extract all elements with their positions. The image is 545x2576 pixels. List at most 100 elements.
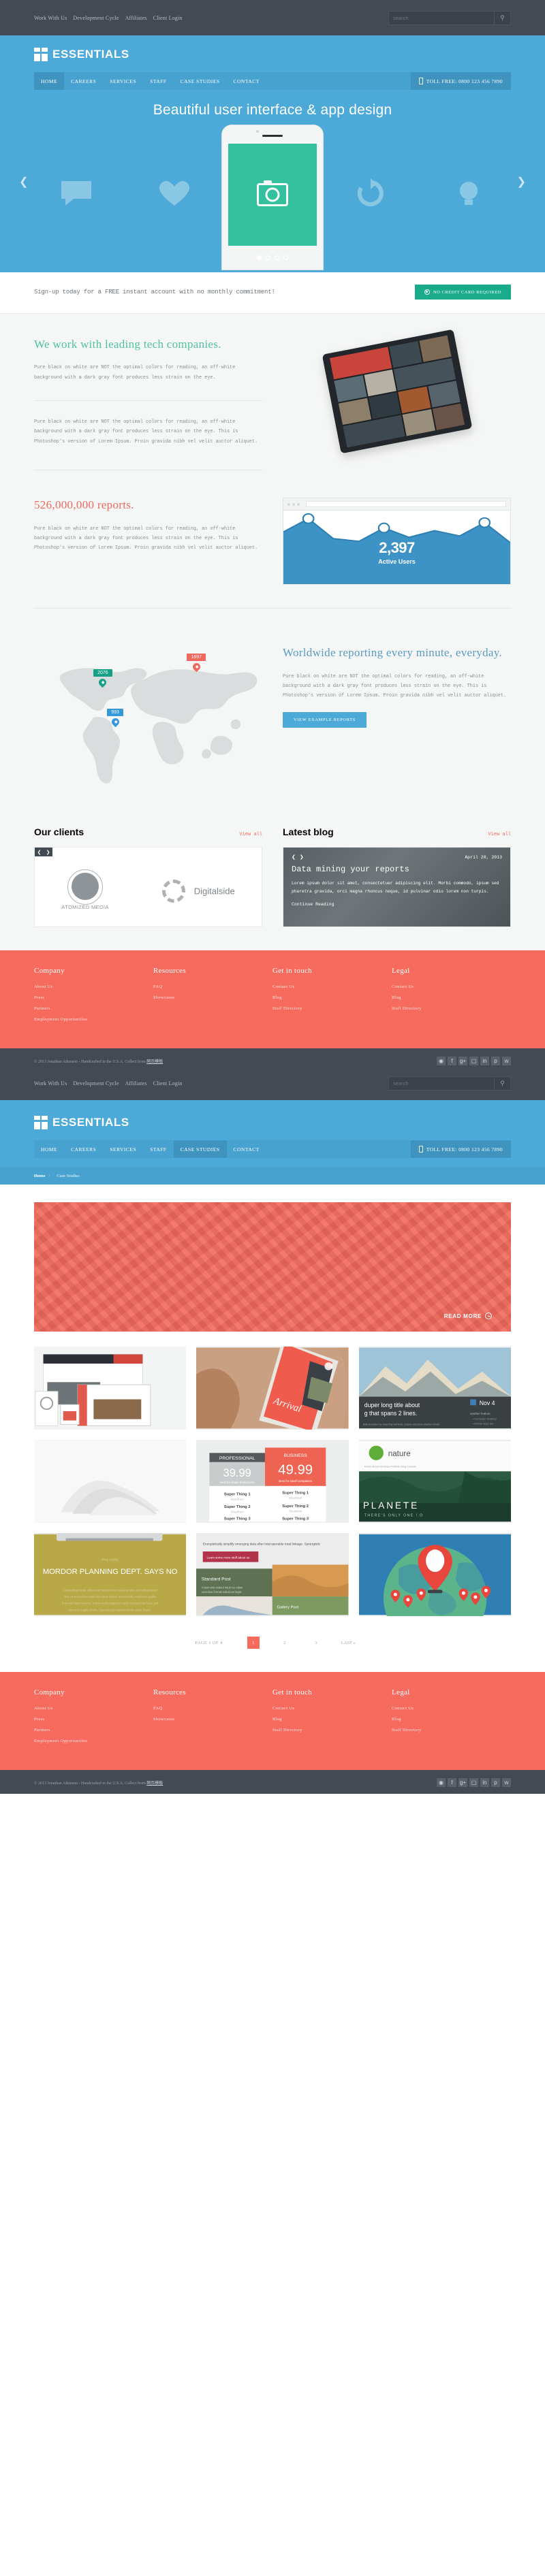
copyright-link[interactable]: 网页模板 — [146, 1060, 163, 1064]
utility-search[interactable]: ⚲ — [388, 10, 511, 25]
footer-search-icon[interactable]: ⚲ — [495, 1076, 511, 1091]
footer-search-input[interactable] — [388, 1076, 495, 1091]
hero-dot-1[interactable] — [257, 255, 262, 260]
hero-dot-2[interactable] — [266, 255, 270, 260]
facebook-icon[interactable]: f — [448, 1057, 456, 1066]
blog-view-all-link[interactable]: View all — [488, 832, 511, 837]
nav2-item-services[interactable]: SERVICES — [103, 1140, 143, 1158]
read-more-button[interactable]: READ MORE — [444, 1313, 492, 1320]
footer-utility-link-development-cycle[interactable]: Development Cycle — [73, 1080, 119, 1086]
tile-mordor-planning-article[interactable]: Blog Article MORDOR PLANNING DEPT. SAYS … — [34, 1533, 187, 1617]
nav2-item-case-studies[interactable]: CASE STUDIES — [173, 1140, 227, 1159]
footer-link-partners[interactable]: Partners — [34, 1006, 153, 1011]
nav2-item-staff[interactable]: STAFF — [143, 1140, 173, 1158]
footer2-link-staff-directory[interactable]: Staff Directory — [272, 1728, 392, 1733]
tile-responsive-devices-mockup[interactable] — [34, 1347, 187, 1430]
footer-link-employment[interactable]: Employment Opportunities — [34, 1017, 153, 1022]
blog-continue-reading-link[interactable]: Continue Reading — [292, 902, 334, 907]
utility-link-work-with-us[interactable]: Work With Us — [34, 15, 67, 21]
clients-next-icon[interactable]: ❯ — [44, 848, 52, 857]
tile-mountain-blog-layout[interactable]: duper long title about g that spans 2 li… — [358, 1347, 511, 1430]
no-credit-card-button[interactable]: NO CREDIT CARD REQUIRED — [414, 285, 511, 300]
tile-white-abstract-shapes[interactable] — [34, 1440, 187, 1524]
utility-link-development-cycle[interactable]: Development Cycle — [73, 15, 119, 21]
clients-view-all-link[interactable]: View all — [239, 832, 262, 837]
tile-pricing-tables[interactable]: PROFESSIONAL 39.99 Best for single freel… — [196, 1440, 349, 1524]
hero-next-arrow[interactable]: ❯ — [517, 175, 526, 189]
footer-search[interactable]: ⚲ — [388, 1076, 511, 1091]
footer2-legal-link-staff-directory[interactable]: Staff Directory — [392, 1728, 511, 1733]
footer-legal-link-contact-us[interactable]: Contact Us — [392, 984, 511, 989]
hero-prev-arrow[interactable]: ❮ — [19, 175, 28, 189]
blog-card[interactable]: ❮ ❯ April 20, 2013 Data mining your repo… — [283, 847, 511, 928]
copyright-link-2[interactable]: 网页模板 — [146, 1782, 163, 1786]
tile-arrival-mobile-app[interactable]: Arrival — [196, 1347, 349, 1430]
footer-utility-link-client-login[interactable]: Client Login — [153, 1080, 183, 1086]
pinterest-icon[interactable]: p — [491, 1778, 500, 1788]
footer2-legal-link-blog[interactable]: Blog — [392, 1717, 511, 1722]
nav2-item-careers[interactable]: CAREERS — [64, 1140, 103, 1158]
footer-link-faq[interactable]: FAQ — [153, 984, 272, 989]
google-plus-icon[interactable]: g+ — [458, 1778, 467, 1788]
blog-prev-icon[interactable]: ❮ — [292, 854, 296, 860]
pagination-page-2[interactable]: 2 — [279, 1637, 291, 1649]
footer2-legal-link-contact-us[interactable]: Contact Us — [392, 1706, 511, 1711]
client-logo-digitalside[interactable]: Digitalside — [162, 880, 235, 903]
case-study-hero[interactable]: READ MORE — [34, 1202, 511, 1332]
pinterest-icon[interactable]: p — [491, 1057, 500, 1066]
nav2-item-home[interactable]: HOME — [34, 1140, 64, 1158]
clients-prev-icon[interactable]: ❮ — [35, 848, 44, 857]
tile-blog-post-grid-layout[interactable]: Energistically simplify emerging data af… — [196, 1533, 349, 1617]
nav2-item-contact[interactable]: CONTACT — [227, 1140, 266, 1158]
pagination-last[interactable]: LAST » — [341, 1637, 356, 1649]
tile-world-map-pin-illustration[interactable] — [358, 1533, 511, 1617]
footer2-link-partners[interactable]: Partners — [34, 1728, 153, 1733]
dribbble-icon[interactable]: ◉ — [437, 1778, 446, 1788]
client-logo-atomized[interactable]: ATOMIZED MEDIA — [61, 872, 109, 910]
instagram-icon[interactable]: ▢ — [469, 1778, 478, 1788]
footer-legal-link-staff-directory[interactable]: Staff Directory — [392, 1006, 511, 1011]
facebook-icon[interactable]: f — [448, 1778, 456, 1788]
breadcrumb-home-link[interactable]: Home — [34, 1174, 46, 1178]
nav-item-case-studies[interactable]: CASE STUDIES — [174, 72, 227, 90]
footer-utility-link-affiliates[interactable]: Affiliates — [125, 1080, 147, 1086]
address-bar[interactable] — [306, 501, 506, 508]
nav-item-staff[interactable]: STAFF — [143, 72, 173, 90]
twitter-icon[interactable]: w — [502, 1057, 511, 1066]
map-pin-teal[interactable]: 2076 — [93, 665, 112, 688]
view-example-reports-button[interactable]: VIEW EXAMPLE REPORTS — [283, 711, 367, 728]
nav-item-contact[interactable]: CONTACT — [227, 72, 266, 90]
utility-link-client-login[interactable]: Client Login — [153, 15, 183, 21]
pagination-page-3[interactable]: 3 — [310, 1637, 322, 1649]
footer-link-showcases[interactable]: Showcases — [153, 995, 272, 1000]
brand[interactable]: ESSENTIALS — [34, 48, 511, 72]
footer-utility-link-work-with-us[interactable]: Work With Us — [34, 1080, 67, 1086]
footer2-link-employment[interactable]: Employment Opportunities — [34, 1739, 153, 1743]
footer-link-contact-us[interactable]: Contact Us — [272, 984, 392, 989]
blog-next-icon[interactable]: ❯ — [300, 854, 304, 860]
footer2-link-blog[interactable]: Blog — [272, 1717, 392, 1722]
search-input[interactable] — [388, 10, 495, 25]
footer-link-staff-directory[interactable]: Staff Directory — [272, 1006, 392, 1011]
footer-legal-link-blog[interactable]: Blog — [392, 995, 511, 1000]
footer2-link-faq[interactable]: FAQ — [153, 1706, 272, 1711]
footer2-link-contact-us[interactable]: Contact Us — [272, 1706, 392, 1711]
linkedin-icon[interactable]: in — [480, 1057, 489, 1066]
twitter-icon[interactable]: w — [502, 1778, 511, 1788]
dribbble-icon[interactable]: ◉ — [437, 1057, 446, 1066]
nav-item-careers[interactable]: CAREERS — [64, 72, 103, 90]
footer-link-about-us[interactable]: About Us — [34, 984, 153, 989]
search-icon[interactable]: ⚲ — [495, 10, 511, 25]
map-pin-blue[interactable]: 993 — [107, 705, 123, 728]
tile-nature-planete[interactable]: nature Home About Services Portfolio Blo… — [358, 1440, 511, 1524]
map-pin-red[interactable]: 1697 — [187, 649, 206, 673]
footer2-link-press[interactable]: Press — [34, 1717, 153, 1722]
footer2-link-about-us[interactable]: About Us — [34, 1706, 153, 1711]
linkedin-icon[interactable]: in — [480, 1778, 489, 1788]
hero-dot-4[interactable] — [283, 255, 288, 260]
google-plus-icon[interactable]: g+ — [458, 1057, 467, 1066]
instagram-icon[interactable]: ▢ — [469, 1057, 478, 1066]
footer2-link-showcases[interactable]: Showcases — [153, 1717, 272, 1722]
footer-link-press[interactable]: Press — [34, 995, 153, 1000]
nav-item-services[interactable]: SERVICES — [103, 72, 143, 90]
